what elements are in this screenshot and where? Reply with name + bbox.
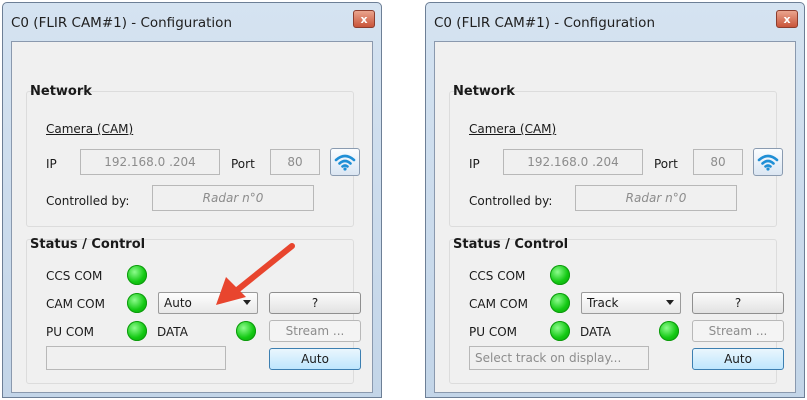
track-field[interactable] <box>46 346 226 370</box>
camera-link[interactable]: Camera (CAM) <box>46 122 133 136</box>
close-button[interactable]: x <box>776 10 798 28</box>
ccs-com-label: CCS COM <box>469 269 526 283</box>
cam-com-indicator <box>127 293 147 313</box>
help-button[interactable]: ? <box>692 292 784 314</box>
mode-select[interactable]: Auto <box>158 292 258 314</box>
close-icon: x <box>360 12 368 26</box>
auto-button[interactable]: Auto <box>692 348 784 370</box>
ip-field[interactable]: 192.168.0 .204 <box>80 149 220 175</box>
pu-com-indicator <box>550 321 570 341</box>
close-button[interactable]: x <box>353 10 375 28</box>
camera-link[interactable]: Camera (CAM) <box>469 122 556 136</box>
cam-com-indicator <box>550 293 570 313</box>
mode-select-value: Track <box>587 296 619 310</box>
window-title: C0 (FLIR CAM#1) - Configuration <box>11 15 232 31</box>
ccs-com-label: CCS COM <box>46 269 103 283</box>
cam-com-label: CAM COM <box>469 297 528 311</box>
port-label: Port <box>231 157 255 171</box>
ip-field[interactable]: 192.168.0 .204 <box>503 149 643 175</box>
status-group-title: Status / Control <box>453 237 569 252</box>
network-group-title: Network <box>453 84 515 99</box>
mode-select-value: Auto <box>164 296 192 310</box>
controlled-by-field: Radar n°0 <box>575 185 737 211</box>
pu-com-label: PU COM <box>469 325 518 339</box>
data-indicator <box>659 321 679 341</box>
stream-button[interactable]: Stream ... <box>269 320 361 342</box>
pu-com-label: PU COM <box>46 325 95 339</box>
connect-button[interactable] <box>330 148 360 176</box>
ccs-com-indicator <box>127 265 147 285</box>
window-client-area: Network Camera (CAM) IP 192.168.0 .204 P… <box>11 41 373 393</box>
chevron-down-icon <box>243 300 251 305</box>
ip-label: IP <box>469 157 480 171</box>
config-window-left: C0 (FLIR CAM#1) - Configuration x Networ… <box>2 2 382 398</box>
window-client-area: Network Camera (CAM) IP 192.168.0 .204 P… <box>434 41 796 393</box>
config-window-right: C0 (FLIR CAM#1) - Configuration x Networ… <box>425 2 805 398</box>
track-field[interactable]: Select track on display... <box>469 346 649 370</box>
connect-button[interactable] <box>753 148 783 176</box>
status-group-title: Status / Control <box>30 237 146 252</box>
stream-button[interactable]: Stream ... <box>692 320 784 342</box>
cam-com-label: CAM COM <box>46 297 105 311</box>
data-indicator <box>236 321 256 341</box>
port-label: Port <box>654 157 678 171</box>
ip-label: IP <box>46 157 57 171</box>
data-label: DATA <box>157 325 188 339</box>
pu-com-indicator <box>127 321 147 341</box>
ccs-com-indicator <box>550 265 570 285</box>
chevron-down-icon <box>666 300 674 305</box>
wifi-icon <box>334 154 356 171</box>
wifi-icon <box>757 154 779 171</box>
controlled-by-field: Radar n°0 <box>152 185 314 211</box>
help-button[interactable]: ? <box>269 292 361 314</box>
port-field[interactable]: 80 <box>693 149 743 175</box>
data-label: DATA <box>580 325 611 339</box>
close-icon: x <box>783 12 791 26</box>
mode-select[interactable]: Track <box>581 292 681 314</box>
controlled-by-label: Controlled by: <box>469 194 553 208</box>
window-title: C0 (FLIR CAM#1) - Configuration <box>434 15 655 31</box>
controlled-by-label: Controlled by: <box>46 194 130 208</box>
auto-button[interactable]: Auto <box>269 348 361 370</box>
network-group-title: Network <box>30 84 92 99</box>
port-field[interactable]: 80 <box>270 149 320 175</box>
